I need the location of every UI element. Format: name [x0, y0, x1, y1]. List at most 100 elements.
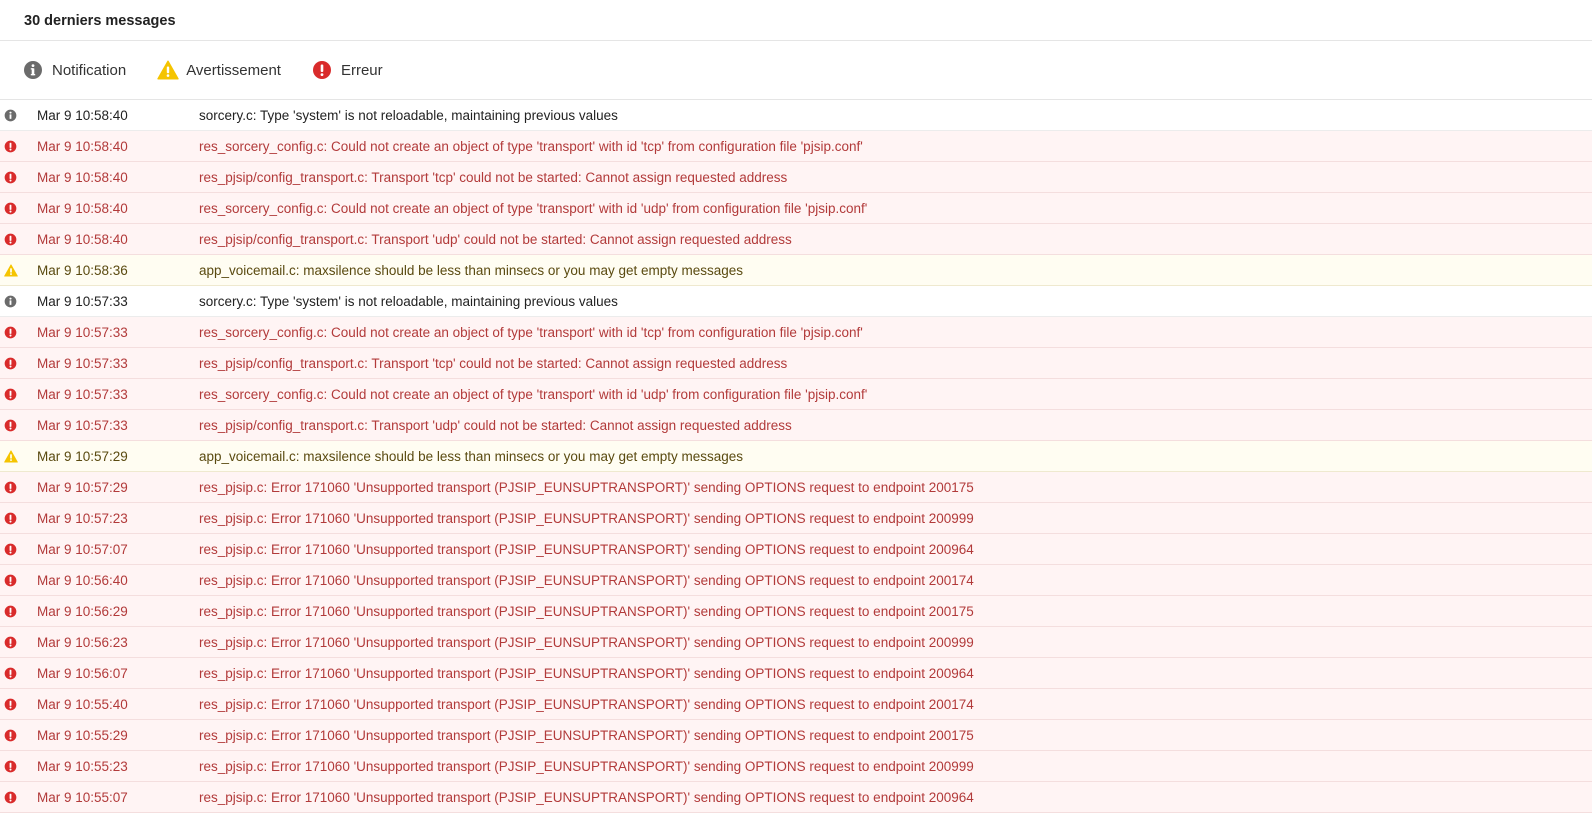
log-row: Mar 9 10:56:29 res_pjsip.c: Error 171060 …: [0, 596, 1592, 627]
log-row: Mar 9 10:56:23 res_pjsip.c: Error 171060 …: [0, 627, 1592, 658]
info-icon: [4, 295, 17, 308]
warning-icon: [4, 450, 18, 463]
log-row: Mar 9 10:55:29 res_pjsip.c: Error 171060 …: [0, 720, 1592, 751]
log-time: Mar 9 10:55:23: [37, 758, 128, 774]
log-time: Mar 9 10:55:29: [37, 727, 128, 743]
message-list: Mar 9 10:58:40 sorcery.c: Type 'system' i…: [0, 100, 1592, 813]
log-message: res_pjsip.c: Error 171060 'Unsupported t…: [199, 541, 974, 557]
log-time: Mar 9 10:58:36: [37, 262, 128, 278]
log-row: Mar 9 10:58:40 res_pjsip/config_transport…: [0, 162, 1592, 193]
log-time: Mar 9 10:57:33: [37, 293, 128, 309]
log-row: Mar 9 10:55:07 res_pjsip.c: Error 171060 …: [0, 782, 1592, 813]
log-time: Mar 9 10:56:40: [37, 572, 128, 588]
legend-label: Notification: [52, 61, 127, 79]
log-time: Mar 9 10:56:29: [37, 603, 128, 619]
log-row: Mar 9 10:57:07 res_pjsip.c: Error 171060 …: [0, 534, 1592, 565]
legend-item-notification: Notification: [23, 60, 126, 80]
error-icon: [4, 667, 17, 680]
log-time: Mar 9 10:56:23: [37, 634, 128, 650]
warning-icon: [4, 264, 18, 277]
log-row: Mar 9 10:57:33 res_sorcery_config.c: Coul…: [0, 379, 1592, 410]
error-icon: [4, 698, 17, 711]
log-time: Mar 9 10:55:40: [37, 696, 128, 712]
error-icon: [4, 357, 17, 370]
log-message: sorcery.c: Type 'system' is not reloadab…: [199, 293, 618, 309]
log-time: Mar 9 10:57:23: [37, 510, 128, 526]
log-time: Mar 9 10:57:07: [37, 541, 128, 557]
log-time: Mar 9 10:57:33: [37, 324, 128, 340]
log-time: Mar 9 10:58:40: [37, 138, 128, 154]
log-message: res_pjsip.c: Error 171060 'Unsupported t…: [199, 696, 974, 712]
log-message: res_pjsip/config_transport.c: Transport …: [199, 417, 792, 433]
log-row: Mar 9 10:57:29 app_voicemail.c: maxsilenc…: [0, 441, 1592, 472]
error-icon: [4, 202, 17, 215]
log-message: app_voicemail.c: maxsilence should be le…: [199, 448, 744, 464]
error-icon: [4, 419, 17, 432]
log-time: Mar 9 10:56:07: [37, 665, 128, 681]
log-time: Mar 9 10:57:29: [37, 479, 128, 495]
log-time: Mar 9 10:58:40: [37, 107, 128, 123]
info-icon: [23, 60, 43, 80]
log-message: app_voicemail.c: maxsilence should be le…: [199, 262, 744, 278]
log-row: Mar 9 10:57:33 res_pjsip/config_transport…: [0, 410, 1592, 441]
log-time: Mar 9 10:55:07: [37, 789, 128, 805]
legend-label: Erreur: [340, 61, 383, 79]
panel-title: 30 derniers messages: [24, 13, 176, 29]
log-message: res_pjsip.c: Error 171060 'Unsupported t…: [199, 634, 974, 650]
error-icon: [4, 729, 17, 742]
log-row: Mar 9 10:55:40 res_pjsip.c: Error 171060 …: [0, 689, 1592, 720]
log-time: Mar 9 10:57:29: [37, 448, 128, 464]
log-row: Mar 9 10:57:29 res_pjsip.c: Error 171060 …: [0, 472, 1592, 503]
info-icon: [4, 109, 17, 122]
error-icon: [312, 60, 332, 80]
error-icon: [4, 171, 17, 184]
legend-label: Avertissement: [186, 61, 281, 79]
legend-item-error: Erreur: [312, 60, 383, 80]
log-row: Mar 9 10:56:40 res_pjsip.c: Error 171060 …: [0, 565, 1592, 596]
log-time: Mar 9 10:57:33: [37, 355, 128, 371]
error-icon: [4, 605, 17, 618]
log-row: Mar 9 10:57:23 res_pjsip.c: Error 171060 …: [0, 503, 1592, 534]
log-message: res_pjsip.c: Error 171060 'Unsupported t…: [199, 727, 974, 743]
log-message: sorcery.c: Type 'system' is not reloadab…: [199, 107, 618, 123]
log-row: Mar 9 10:58:40 sorcery.c: Type 'system' i…: [0, 100, 1592, 131]
log-message: res_pjsip/config_transport.c: Transport …: [199, 169, 788, 185]
log-row: Mar 9 10:58:36 app_voicemail.c: maxsilenc…: [0, 255, 1592, 286]
log-message: res_pjsip.c: Error 171060 'Unsupported t…: [199, 479, 974, 495]
log-message: res_pjsip/config_transport.c: Transport …: [199, 355, 788, 371]
error-icon: [4, 791, 17, 804]
log-row: Mar 9 10:55:23 res_pjsip.c: Error 171060 …: [0, 751, 1592, 782]
log-row: Mar 9 10:56:07 res_pjsip.c: Error 171060 …: [0, 658, 1592, 689]
log-message: res_pjsip/config_transport.c: Transport …: [199, 231, 792, 247]
log-message: res_pjsip.c: Error 171060 'Unsupported t…: [199, 603, 974, 619]
panel-header: 30 derniers messages: [0, 0, 1592, 41]
error-icon: [4, 233, 17, 246]
log-message: res_pjsip.c: Error 171060 'Unsupported t…: [199, 665, 974, 681]
log-row: Mar 9 10:57:33 sorcery.c: Type 'system' i…: [0, 286, 1592, 317]
log-time: Mar 9 10:57:33: [37, 386, 128, 402]
log-message: res_sorcery_config.c: Could not create a…: [199, 138, 863, 154]
error-icon: [4, 512, 17, 525]
log-message: res_sorcery_config.c: Could not create a…: [199, 386, 868, 402]
log-message: res_pjsip.c: Error 171060 'Unsupported t…: [199, 572, 974, 588]
error-icon: [4, 543, 17, 556]
log-row: Mar 9 10:58:40 res_sorcery_config.c: Coul…: [0, 131, 1592, 162]
log-message: res_pjsip.c: Error 171060 'Unsupported t…: [199, 510, 974, 526]
log-row: Mar 9 10:57:33 res_sorcery_config.c: Coul…: [0, 317, 1592, 348]
error-icon: [4, 326, 17, 339]
log-row: Mar 9 10:58:40 res_pjsip/config_transport…: [0, 224, 1592, 255]
log-message: res_pjsip.c: Error 171060 'Unsupported t…: [199, 758, 974, 774]
log-message: res_pjsip.c: Error 171060 'Unsupported t…: [199, 789, 974, 805]
warning-icon: [157, 60, 179, 80]
log-row: Mar 9 10:57:33 res_pjsip/config_transport…: [0, 348, 1592, 379]
error-icon: [4, 481, 17, 494]
log-message: res_sorcery_config.c: Could not create a…: [199, 200, 868, 216]
log-row: Mar 9 10:58:40 res_sorcery_config.c: Coul…: [0, 193, 1592, 224]
legend-item-warning: Avertissement: [157, 60, 281, 80]
log-time: Mar 9 10:58:40: [37, 169, 128, 185]
error-icon: [4, 574, 17, 587]
log-time: Mar 9 10:58:40: [37, 200, 128, 216]
error-icon: [4, 140, 17, 153]
legend: Notification Avertissement Erreur: [0, 41, 1592, 100]
log-time: Mar 9 10:58:40: [37, 231, 128, 247]
